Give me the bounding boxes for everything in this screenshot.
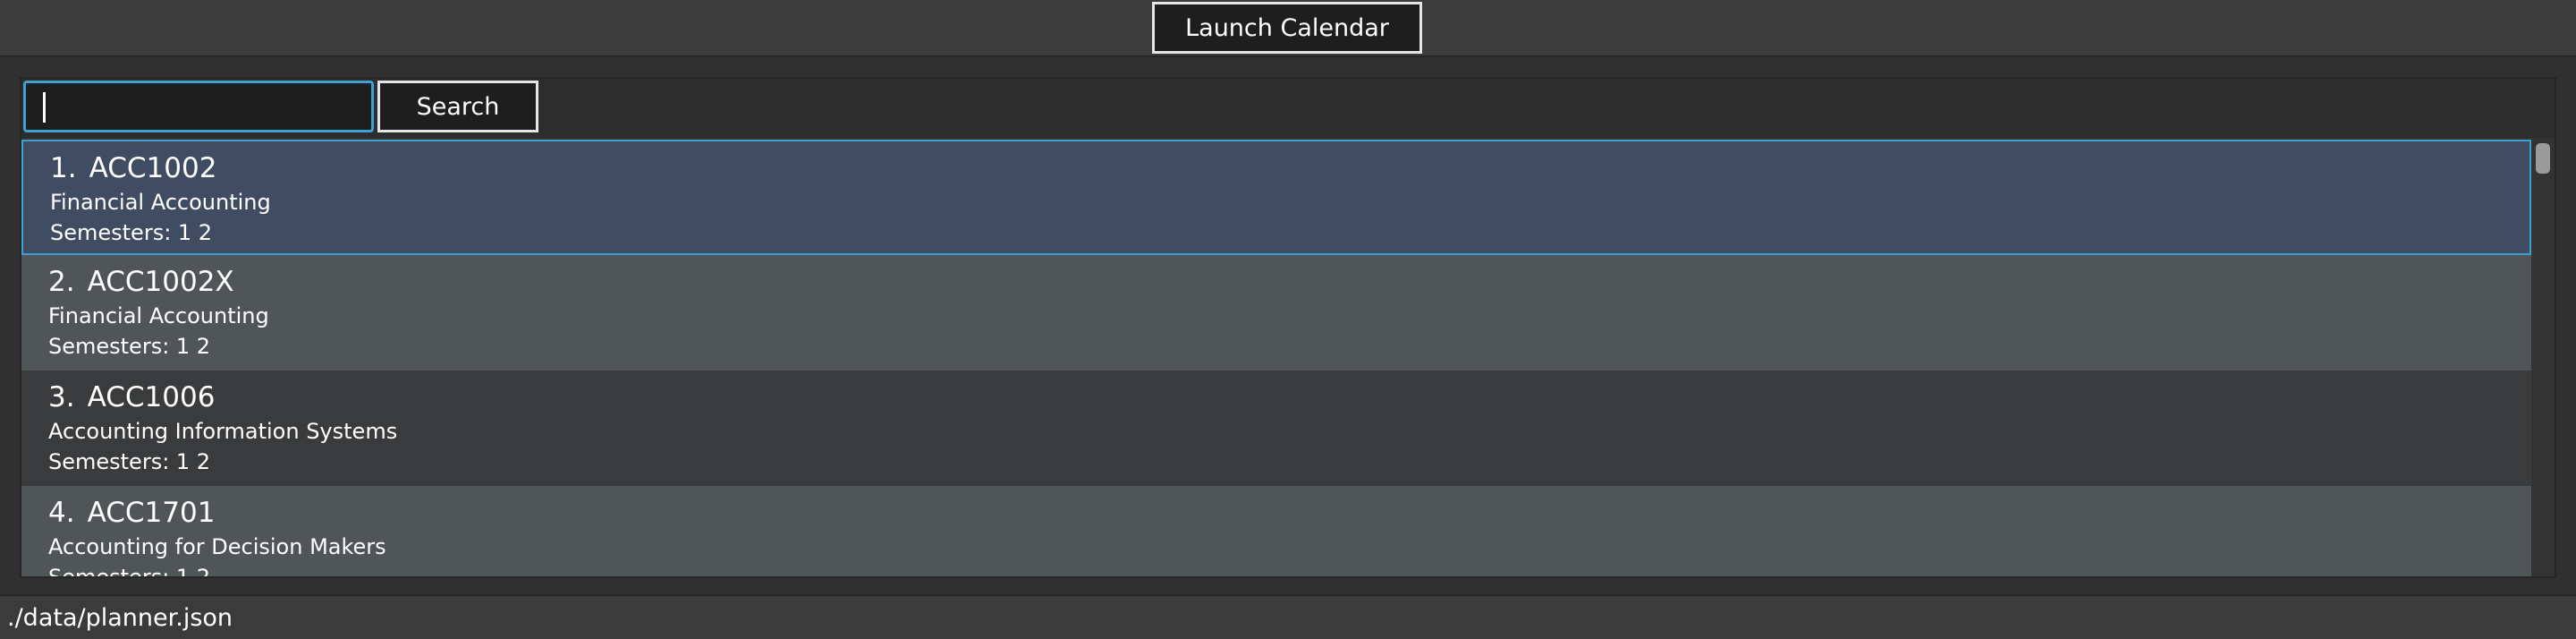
list-item[interactable]: 2. ACC1002X Financial Accounting Semester… [21, 255, 2531, 371]
search-bar: Search [21, 79, 2555, 138]
vertical-scrollbar[interactable] [2531, 140, 2555, 576]
list-item[interactable]: 4. ACC1701 Accounting for Decision Makers… [21, 486, 2531, 578]
list-item[interactable]: 3. ACC1006 Accounting Information Systems… [21, 371, 2531, 486]
module-header: 4. ACC1701 [48, 497, 215, 529]
module-title: Financial Accounting [48, 303, 269, 328]
module-title: Financial Accounting [50, 190, 271, 215]
list-item[interactable]: 1. ACC1002 Financial Accounting Semesters… [21, 140, 2531, 255]
module-code: ACC1002X [87, 266, 234, 298]
text-caret [43, 92, 46, 123]
scrollbar-thumb[interactable] [2536, 143, 2550, 174]
module-code: ACC1701 [87, 497, 216, 529]
search-button[interactable]: Search [377, 81, 538, 132]
data-file-path: ./data/planner.json [7, 604, 233, 632]
search-input[interactable] [23, 81, 374, 132]
module-semesters: Semesters: 1 2 [48, 565, 211, 578]
module-header: 3. ACC1006 [48, 381, 215, 413]
module-index: 3. [48, 381, 75, 413]
status-bar: ./data/planner.json [0, 594, 2576, 639]
app-window: Launch Calendar Search 1. ACC1002 Financi… [0, 0, 2576, 639]
module-title: Accounting Information Systems [48, 419, 398, 444]
module-panel: Search 1. ACC1002 Financial Accounting Se… [20, 77, 2556, 578]
module-index: 1. [50, 152, 77, 184]
module-semesters: Semesters: 1 2 [48, 449, 211, 474]
top-toolbar: Launch Calendar [0, 0, 2576, 57]
module-index: 4. [48, 497, 75, 529]
module-header: 2. ACC1002X [48, 266, 234, 298]
module-title: Accounting for Decision Makers [48, 534, 386, 559]
module-code: ACC1006 [87, 381, 216, 413]
module-header: 1. ACC1002 [50, 152, 216, 184]
module-semesters: Semesters: 1 2 [50, 220, 213, 245]
module-index: 2. [48, 266, 75, 298]
module-code: ACC1002 [89, 152, 217, 184]
module-semesters: Semesters: 1 2 [48, 334, 211, 359]
module-list[interactable]: 1. ACC1002 Financial Accounting Semesters… [21, 140, 2531, 578]
launch-calendar-button[interactable]: Launch Calendar [1152, 2, 1422, 54]
